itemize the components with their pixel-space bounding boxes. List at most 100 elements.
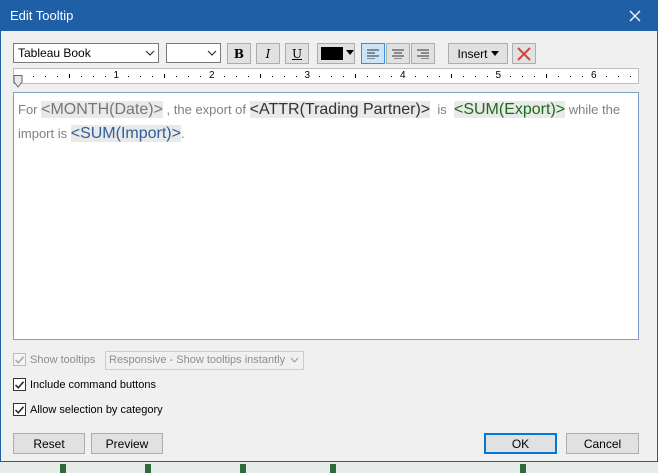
tooltip-text: For [18, 102, 42, 117]
tooltip-field-month: <MONTH(Date)> [41, 101, 163, 118]
dropdown-arrow-icon [346, 50, 354, 55]
reset-button[interactable]: Reset [13, 433, 85, 454]
include-command-buttons-option: Include command buttons [13, 378, 156, 391]
ruler-dot [56, 76, 58, 77]
ruler-half-tick [68, 74, 70, 78]
insert-label: Insert [457, 46, 488, 61]
allow-selection-option: Allow selection by category [13, 403, 163, 416]
ruler-dot [582, 76, 584, 77]
ruler-dot [343, 76, 345, 77]
italic-button[interactable]: I [256, 43, 280, 64]
ruler-dot [462, 76, 464, 77]
text-color-button[interactable] [317, 43, 355, 64]
ruler-dot [379, 76, 381, 77]
ruler-dot [331, 76, 333, 77]
ruler-dot [629, 76, 631, 77]
ok-button[interactable]: OK [484, 433, 557, 454]
ruler-number: 5 [495, 70, 502, 81]
ok-label: OK [511, 436, 530, 451]
ruler-dot [128, 76, 130, 77]
ruler-dot [92, 76, 94, 77]
ruler-dot [367, 76, 369, 77]
allow-selection-label: Allow selection by category [30, 403, 163, 416]
ruler-dot [223, 76, 225, 77]
reset-label: Reset [33, 436, 65, 451]
background-worksheet [0, 461, 658, 473]
tooltip-mode-value: Responsive - Show tooltips instantly [109, 354, 286, 366]
ruler-number: 1 [113, 70, 120, 81]
clear-formatting-button[interactable] [512, 43, 536, 64]
ruler-dot [558, 76, 560, 77]
ruler-dot [295, 76, 297, 77]
ruler-dot [438, 76, 440, 77]
ruler-number: 3 [304, 70, 311, 81]
ruler-dot [152, 76, 154, 77]
tooltip-field-export: <SUM(Export)> [453, 101, 566, 118]
ruler-dot [570, 76, 572, 77]
include-command-buttons-label: Include command buttons [30, 378, 156, 391]
ruler-dot [391, 76, 393, 77]
align-left-icon [367, 49, 379, 59]
show-tooltips-checkbox[interactable] [13, 353, 26, 366]
ruler-dot [271, 76, 273, 77]
tooltip-text: is [430, 102, 454, 117]
ruler-dot [486, 76, 488, 77]
allow-selection-checkbox[interactable] [13, 403, 26, 416]
ruler-number: 2 [209, 70, 215, 81]
checkmark-icon [15, 405, 24, 414]
indent-marker-icon[interactable] [13, 75, 23, 88]
align-left-button[interactable] [361, 43, 385, 64]
dropdown-arrow-icon [490, 50, 499, 56]
ruler-dot [44, 76, 46, 77]
ruler-dot [617, 76, 619, 77]
ruler-dot [104, 76, 106, 77]
font-family-select[interactable]: Tableau Book [13, 43, 159, 63]
title-bar: Edit Tooltip [0, 0, 658, 31]
underline-label: U [291, 46, 303, 61]
align-right-button[interactable] [411, 43, 435, 64]
ruler-dot [605, 76, 607, 77]
bold-label: B [233, 46, 245, 61]
tooltip-mode-select[interactable]: Responsive - Show tooltips instantly [105, 351, 304, 370]
bold-button[interactable]: B [227, 43, 251, 64]
include-command-buttons-checkbox[interactable] [13, 378, 26, 391]
ruler-half-tick [164, 74, 166, 78]
cancel-label: Cancel [583, 436, 622, 451]
ruler-dot [534, 76, 536, 77]
checkmark-icon [15, 355, 24, 364]
underline-button[interactable]: U [285, 43, 309, 64]
ruler-dot [283, 76, 285, 77]
ruler-number: 6 [591, 70, 597, 81]
align-center-icon [392, 49, 404, 59]
close-button[interactable] [612, 0, 658, 31]
close-icon [629, 10, 641, 21]
ruler-half-tick [259, 74, 261, 78]
cancel-button[interactable]: Cancel [566, 433, 639, 454]
ruler-dot [200, 76, 202, 77]
align-center-button[interactable] [386, 43, 410, 64]
ruler-half-tick [355, 74, 357, 78]
ruler-half-tick [450, 74, 452, 78]
ruler-dot [140, 76, 142, 77]
color-swatch [321, 47, 343, 60]
insert-button[interactable]: Insert [448, 43, 508, 64]
ruler-dot [426, 76, 428, 77]
ruler-dot [319, 76, 321, 77]
font-size-select[interactable] [166, 43, 221, 63]
window-title: Edit Tooltip [10, 8, 74, 23]
ruler-dot [474, 76, 476, 77]
ruler-dot [80, 76, 82, 77]
ruler-dot [235, 76, 237, 77]
ruler: 1 2 3 4 5 6 [13, 68, 639, 84]
chevron-down-icon [290, 357, 299, 363]
ruler-half-tick [546, 74, 548, 78]
preview-button[interactable]: Preview [91, 433, 163, 454]
show-tooltips-option: Show tooltips [13, 353, 95, 366]
ruler-dot [188, 76, 190, 77]
ruler-dot [247, 76, 249, 77]
font-family-value: Tableau Book [18, 46, 91, 60]
chevron-down-icon [207, 50, 217, 56]
italic-label: I [265, 46, 271, 61]
ruler-dot [522, 76, 524, 77]
tooltip-editor[interactable]: For <MONTH(Date)> , the export of <ATTR(… [13, 92, 639, 340]
